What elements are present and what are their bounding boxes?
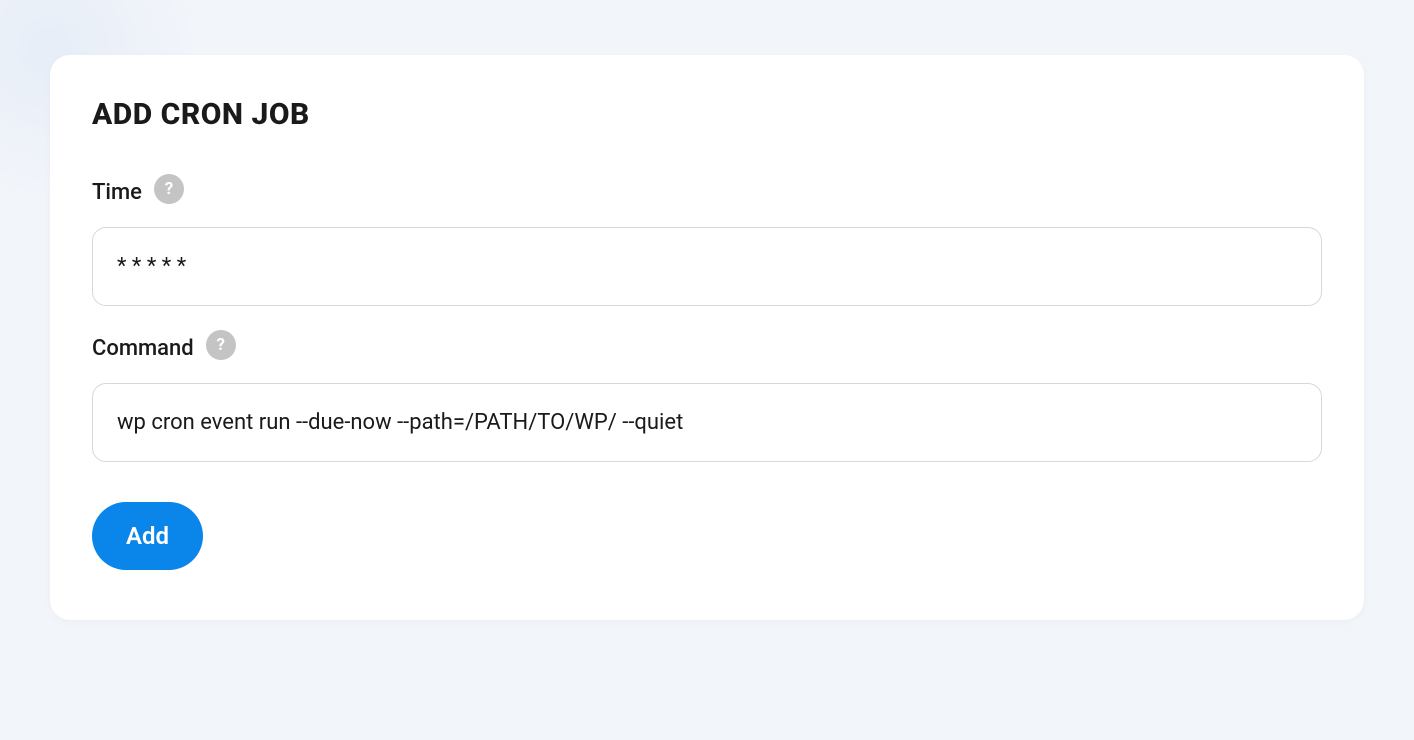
time-label: Time bbox=[92, 180, 142, 205]
help-icon[interactable]: ? bbox=[154, 174, 184, 204]
command-label-row: Command ? bbox=[92, 336, 1322, 361]
add-cron-job-card: ADD CRON JOB Time ? Command ? Add bbox=[50, 55, 1364, 620]
add-button[interactable]: Add bbox=[92, 502, 203, 570]
time-input[interactable] bbox=[92, 227, 1322, 306]
help-icon[interactable]: ? bbox=[206, 330, 236, 360]
command-form-group: Command ? bbox=[92, 336, 1322, 462]
time-label-row: Time ? bbox=[92, 180, 1322, 205]
command-label: Command bbox=[92, 336, 194, 361]
card-title: ADD CRON JOB bbox=[92, 97, 1322, 132]
command-input[interactable] bbox=[92, 383, 1322, 462]
time-form-group: Time ? bbox=[92, 180, 1322, 306]
